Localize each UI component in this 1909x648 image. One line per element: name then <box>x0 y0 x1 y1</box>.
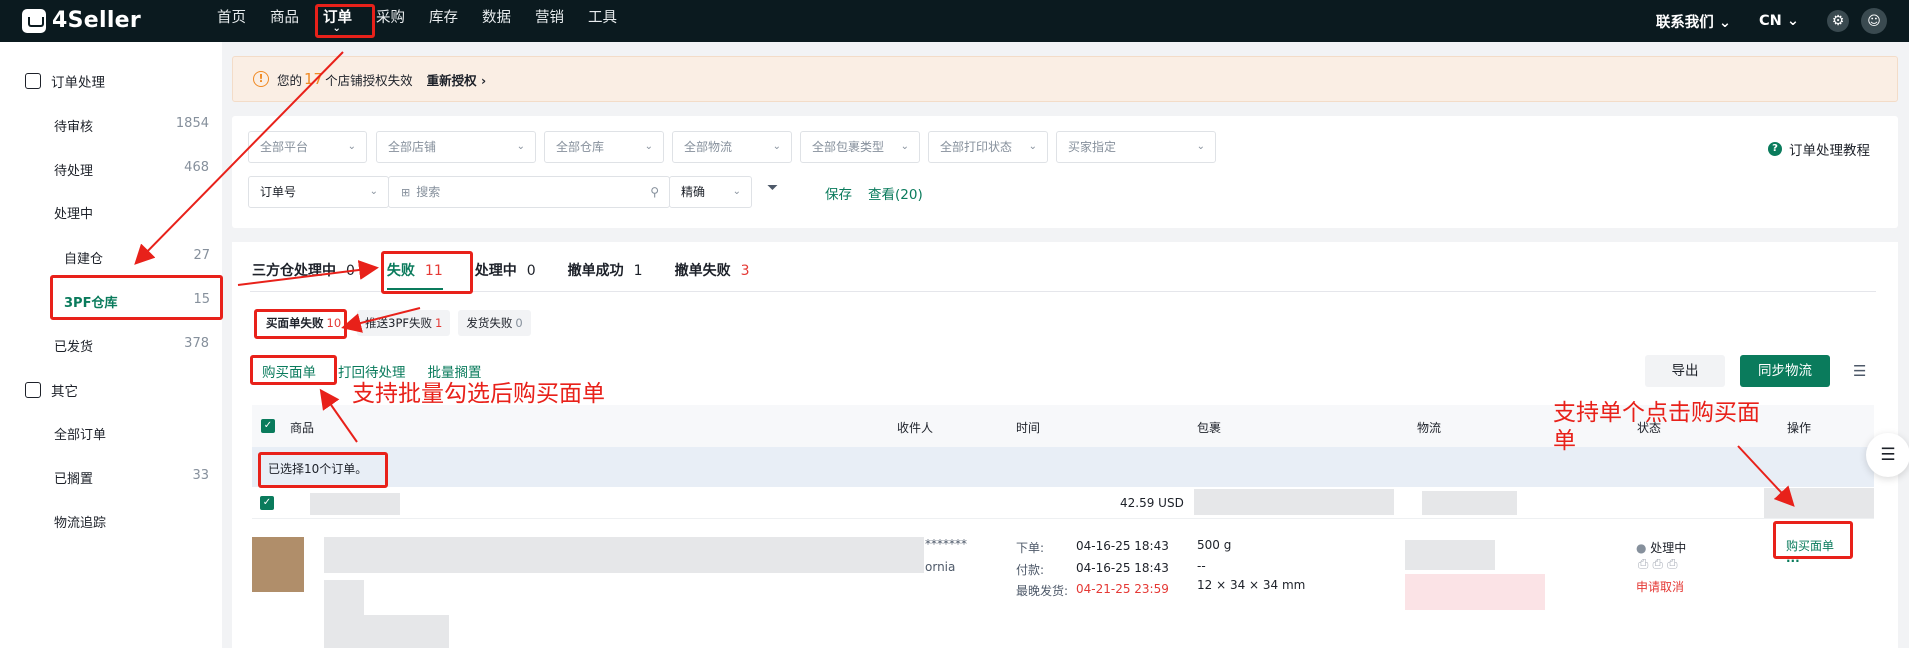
arrow-failed-to-subtab <box>341 307 421 333</box>
arrow-text-to-buy <box>319 388 358 443</box>
arrow-text-to-row-buy <box>1737 445 1795 507</box>
arrow-nav-to-3pf <box>134 51 344 265</box>
arrow-3pf-to-failed <box>237 260 379 286</box>
annotation-arrows <box>134 51 1795 507</box>
